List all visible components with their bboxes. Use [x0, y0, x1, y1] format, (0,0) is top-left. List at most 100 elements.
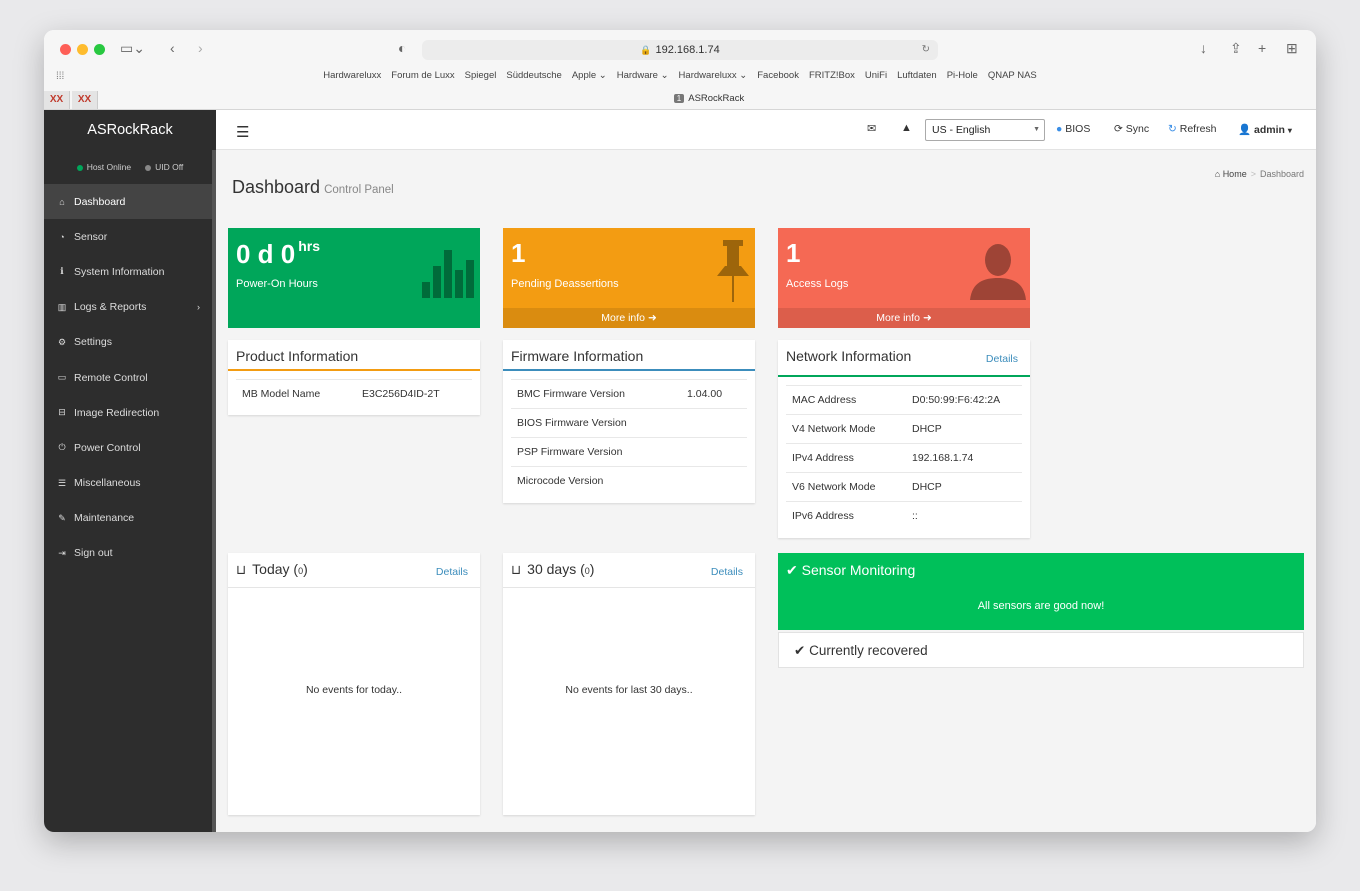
home-icon: ⌂: [1214, 169, 1221, 179]
bookmark-item[interactable]: Facebook: [757, 70, 799, 81]
today-events-box: ⊔ Today (0) Details No events for today..: [228, 553, 480, 815]
uid-status-label: UID Off: [155, 162, 184, 172]
bios-button[interactable]: ● BIOS: [1056, 123, 1090, 135]
sync-button[interactable]: ⟳ Sync: [1114, 123, 1149, 135]
envelope-icon[interactable]: ✉: [867, 122, 876, 135]
gray-dot-icon: [145, 164, 152, 171]
language-select[interactable]: US - English ▼: [925, 119, 1045, 141]
lock-icon: 🔒: [640, 45, 652, 55]
table-row: MB Model Name E3C256D4ID-2T: [236, 379, 472, 408]
url-text: 192.168.1.74: [655, 44, 720, 56]
forward-icon[interactable]: ›: [198, 40, 203, 56]
back-icon[interactable]: ‹: [170, 40, 175, 56]
bookmark-item[interactable]: Luftdaten: [897, 70, 937, 81]
bios-label: BIOS: [1065, 123, 1091, 135]
currently-recovered-panel[interactable]: ✔ Currently recovered: [778, 632, 1304, 668]
today-empty-message: No events for today..: [305, 684, 403, 696]
bookmark-item[interactable]: Hardwareluxx: [323, 70, 381, 81]
sidebar-item-label: Sensor: [74, 230, 108, 243]
user-menu[interactable]: 👤 admin ▾: [1238, 123, 1292, 136]
pending-more-info-link[interactable]: More info ➜: [503, 308, 755, 328]
sidebar-item-label: System Information: [74, 265, 165, 278]
sidebar-item-system-information[interactable]: ℹ System Information: [44, 254, 216, 289]
sidebar-item-remote-control[interactable]: ▭ Remote Control: [44, 360, 216, 395]
access-label: Access Logs: [786, 278, 849, 290]
network-details-link[interactable]: Details: [986, 353, 1018, 365]
breadcrumb-home-link[interactable]: Home: [1223, 169, 1247, 179]
chevron-right-icon: ›: [197, 302, 200, 313]
top-navbar: ☰ ✉ ▲ US - English ▼ ● BIOS ⟳ Sync ↻ Refr…: [216, 110, 1316, 150]
bookmark-item[interactable]: UniFi: [865, 70, 887, 81]
thirty-days-empty-message: No events for last 30 days..: [565, 684, 693, 696]
bookmark-item[interactable]: Forum de Luxx: [391, 70, 454, 81]
sidebar-item-sign-out[interactable]: ⇥ Sign out: [44, 536, 216, 571]
sidebar-item-logs-reports[interactable]: ▥ Logs & Reports ›: [44, 290, 216, 325]
new-tab-icon[interactable]: +: [1258, 40, 1266, 56]
privacy-shield-icon[interactable]: ◐: [398, 40, 406, 56]
check-circle-icon: ✔: [794, 643, 806, 658]
bookmark-item[interactable]: Hardware ⌄: [617, 70, 669, 81]
sensor-monitoring-header: ✔ Sensor Monitoring: [778, 553, 1304, 586]
pending-deassertions-tile: 1 Pending Deassertions More info ➜: [503, 228, 755, 328]
address-bar[interactable]: 🔒 192.168.1.74 ↻: [422, 40, 938, 60]
close-window-button[interactable]: [60, 44, 71, 55]
table-row: BMC Firmware Version 1.04.00: [511, 379, 747, 408]
sidebar-item-label: Settings: [74, 336, 112, 349]
tab-overview-icon[interactable]: ⊞: [1286, 40, 1298, 57]
sidebar-item-label: Maintenance: [74, 512, 135, 525]
bookmark-item[interactable]: Apple ⌄: [572, 70, 607, 81]
table-row: MAC Address D0:50:99:F6:42:2A: [786, 385, 1022, 414]
today-events-header: ⊔ Today (0) Details: [228, 553, 480, 588]
sidebar-item-settings[interactable]: ⚙ Settings: [44, 325, 216, 360]
bookmarks-bar: Hardwareluxx Forum de Luxx Spiegel Süddeuts…: [44, 70, 1316, 81]
bookmark-item[interactable]: Spiegel: [465, 70, 497, 81]
today-details-link[interactable]: Details: [436, 566, 468, 578]
user-silhouette-icon: [970, 244, 1026, 300]
sync-icon: ⟳: [1114, 123, 1123, 135]
uid-status: UID Off: [145, 162, 183, 172]
sidebar-item-maintenance[interactable]: ✎ Maintenance: [44, 501, 216, 536]
sidebar-item-sensor[interactable]: ◔ Sensor: [44, 219, 216, 254]
refresh-button[interactable]: ↻ Refresh: [1168, 123, 1217, 135]
sidebar-item-label: Dashboard: [74, 195, 126, 208]
info-icon: ●: [1056, 123, 1063, 135]
sidebar-item-image-redirection[interactable]: ⊟ Image Redirection: [44, 395, 216, 430]
page-title-text: Dashboard: [232, 177, 321, 197]
sync-label: Sync: [1125, 123, 1150, 135]
hamburger-menu-icon[interactable]: ☰: [236, 123, 249, 141]
reload-icon[interactable]: ↻: [922, 40, 930, 60]
window-controls: [60, 44, 105, 55]
access-more-info-link[interactable]: More info ➜: [778, 308, 1030, 328]
firmware-information-box: Firmware Information BMC Firmware Versio…: [503, 340, 755, 503]
main-content: Dashboard Control Panel ⌂ Home > Dashboard …: [216, 150, 1316, 832]
power-on-hours-tile: 0 d 0 hrs Power-On Hours: [228, 228, 480, 328]
row-key: IPv4 Address: [792, 452, 854, 464]
sidebar-item-power-control[interactable]: ⏻ Power Control: [44, 430, 216, 465]
thirty-days-title: 30 days (: [527, 561, 585, 577]
bookmark-item[interactable]: Hardwareluxx ⌄: [679, 70, 748, 81]
brand-logo[interactable]: ASRockRack: [44, 110, 216, 150]
sidebar-item-miscellaneous[interactable]: ☰ Miscellaneous: [44, 466, 216, 501]
tab-title: ASRockRack: [688, 93, 745, 104]
thirty-days-details-link[interactable]: Details: [711, 566, 743, 578]
zoom-window-button[interactable]: [94, 44, 105, 55]
drive-icon: ⊟: [58, 407, 66, 418]
bookmark-item[interactable]: FRITZ!Box: [809, 70, 855, 81]
warning-icon[interactable]: ▲: [901, 122, 912, 134]
share-icon[interactable]: ⇪: [1230, 40, 1242, 57]
bookmark-item[interactable]: Pi-Hole: [947, 70, 978, 81]
row-key: PSP Firmware Version: [517, 446, 623, 458]
row-key: V4 Network Mode: [792, 423, 876, 435]
sidebar-item-dashboard[interactable]: ⌂ Dashboard: [44, 184, 216, 220]
row-value: E3C256D4ID-2T: [362, 388, 440, 400]
row-value: D0:50:99:F6:42:2A: [912, 394, 1001, 406]
bookmark-item[interactable]: QNAP NAS: [988, 70, 1037, 81]
sensor-status-message: All sensors are good now!: [778, 586, 1304, 630]
downloads-icon[interactable]: ↓: [1200, 40, 1207, 56]
minimize-window-button[interactable]: [77, 44, 88, 55]
bookmark-item[interactable]: Süddeutsche: [506, 70, 561, 81]
row-key: V6 Network Mode: [792, 481, 876, 493]
active-tab[interactable]: 1 ASRockRack: [44, 93, 1316, 104]
sidebar-toggle-icon[interactable]: ▭⌄: [120, 40, 145, 57]
page-title: Dashboard Control Panel: [232, 177, 394, 198]
